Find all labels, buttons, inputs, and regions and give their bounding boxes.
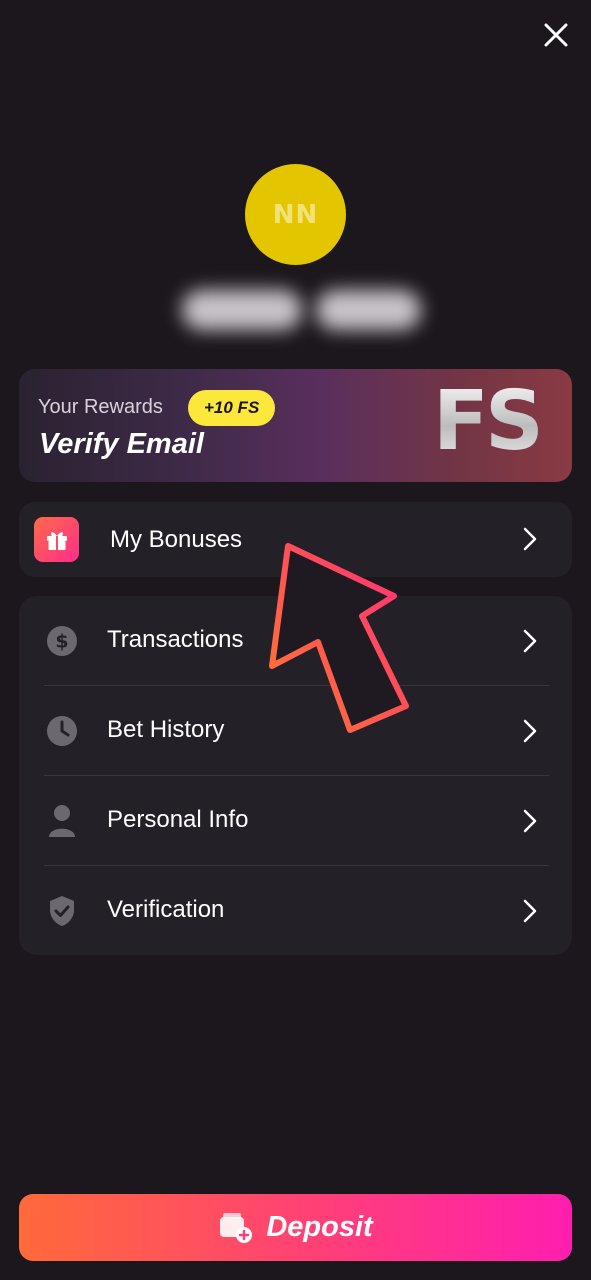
svg-text:$: $ xyxy=(55,631,68,653)
rewards-title: Verify Email xyxy=(39,428,204,460)
menu-item-label: Transactions xyxy=(107,626,244,653)
rewards-label: Your Rewards xyxy=(38,396,163,418)
menu-item-bet-history[interactable]: Bet History xyxy=(19,686,572,775)
username-blurred xyxy=(170,280,432,340)
dollar-coin-icon: $ xyxy=(45,624,79,658)
fs-logo: FS xyxy=(432,374,544,469)
avatar-initials: NN xyxy=(272,199,319,230)
chevron-right-icon xyxy=(523,809,537,833)
rewards-banner[interactable]: Your Rewards +10 FS Verify Email FS xyxy=(19,369,572,482)
menu-item-label: Bet History xyxy=(107,716,225,743)
close-icon xyxy=(544,23,568,47)
close-button[interactable] xyxy=(539,18,573,52)
account-menu: $ Transactions Bet History Personal Info… xyxy=(19,596,572,955)
avatar: NN xyxy=(245,164,346,265)
my-bonuses-label: My Bonuses xyxy=(110,526,243,553)
deposit-button[interactable]: Deposit xyxy=(19,1194,572,1261)
menu-item-personal-info[interactable]: Personal Info xyxy=(19,776,572,865)
chevron-right-icon xyxy=(523,629,537,653)
chevron-right-icon xyxy=(523,719,537,743)
my-bonuses-row[interactable]: My Bonuses xyxy=(19,502,572,577)
clock-icon xyxy=(45,714,79,748)
chevron-right-icon xyxy=(523,527,537,551)
chevron-right-icon xyxy=(523,899,537,923)
menu-item-transactions[interactable]: $ Transactions xyxy=(19,596,572,685)
menu-item-label: Personal Info xyxy=(107,806,249,833)
menu-item-label: Verification xyxy=(107,896,225,923)
deposit-label: Deposit xyxy=(266,1211,373,1243)
shield-check-icon xyxy=(45,894,79,928)
wallet-plus-icon xyxy=(220,1212,253,1243)
menu-item-verification[interactable]: Verification xyxy=(19,866,572,955)
rewards-badge: +10 FS xyxy=(188,390,276,426)
user-icon xyxy=(45,804,79,838)
gift-icon xyxy=(34,517,79,562)
